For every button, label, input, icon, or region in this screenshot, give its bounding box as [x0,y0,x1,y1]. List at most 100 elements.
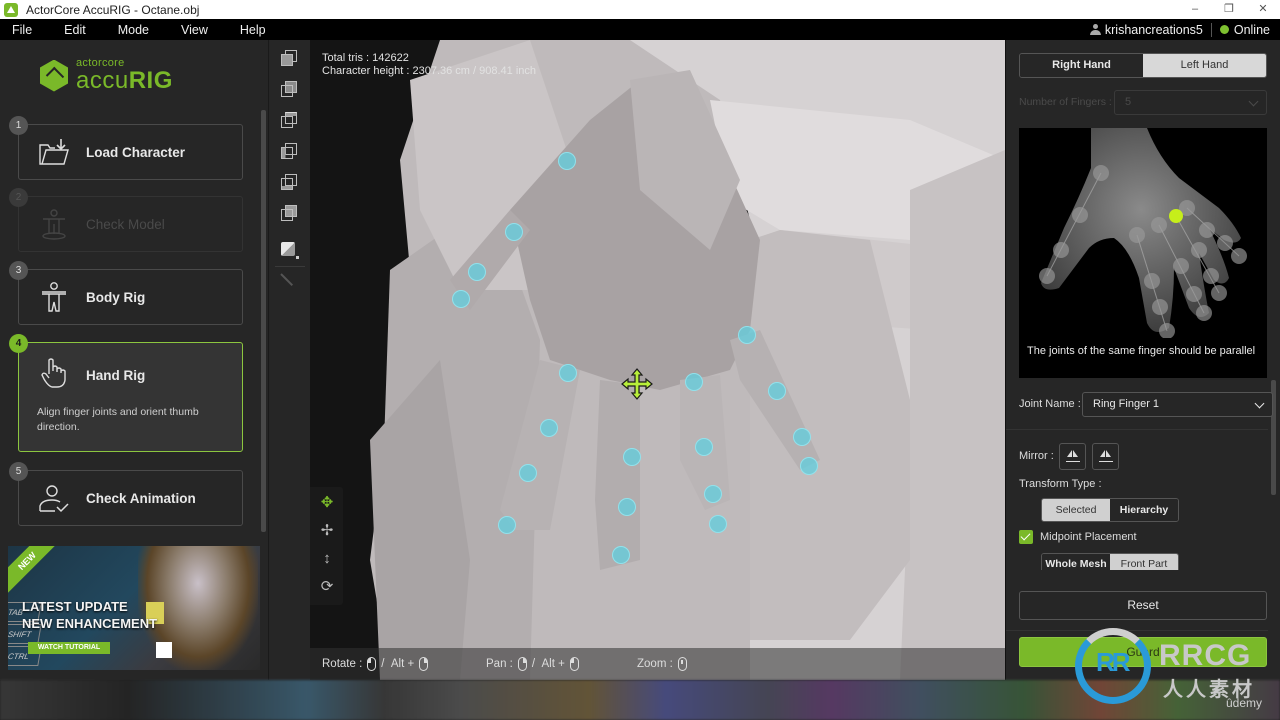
logo-accu: accu [76,67,129,94]
view-mode-4-button[interactable] [281,143,299,161]
step-label: Body Rig [86,290,146,305]
promo-banner[interactable]: NEW TAB SHIFT CTRL LATEST UPDATE NEW ENH… [8,546,260,670]
joint-handle[interactable] [558,152,576,170]
menu-file[interactable]: File [0,23,32,37]
view-mode-3-button[interactable] [281,112,299,130]
pan-tool-icon[interactable]: ✢ [317,521,337,541]
joint-handle[interactable] [695,438,713,456]
view-mode-6-button[interactable] [281,205,299,223]
step-number: 4 [9,334,28,353]
placement-toggle: Whole Mesh Front Part [1041,553,1179,570]
body-rig-icon [42,282,66,312]
front-part-option[interactable]: Front Part [1110,554,1178,570]
title-bar: ActorCore AccuRIG - Octane.obj – ❐ ✕ [0,0,1280,19]
hint-plus: + [407,658,415,670]
menu-mode[interactable]: Mode [106,23,149,37]
joint-handle[interactable] [704,485,722,503]
mirror-to-left-button[interactable] [1059,443,1086,470]
username[interactable]: krishancreations5 [1105,23,1203,37]
window-controls: – ❐ ✕ [1178,0,1280,19]
move-arrows-icon [621,368,653,400]
number-of-fingers-row: Number of Fingers : 5 [1019,90,1267,115]
new-ribbon: NEW [8,546,66,600]
right-hand-option[interactable]: Right Hand [1020,54,1143,77]
transform-selected-option[interactable]: Selected [1042,499,1110,521]
right-mouse-icon [419,657,429,671]
joint-name-row: Joint Name : Ring Finger 1 [1019,392,1273,417]
step-number: 3 [9,261,28,280]
close-button[interactable]: ✕ [1246,0,1280,19]
menu-separator [1210,22,1212,37]
online-status-icon [1219,25,1229,34]
dolly-tool-icon[interactable]: ↕ [317,549,337,569]
joint-handle[interactable] [519,464,537,482]
joint-handle[interactable] [452,290,470,308]
banner-headline: LATEST UPDATE NEW ENHANCEMENT [22,598,157,632]
steps-scrollbar[interactable] [261,110,266,532]
joint-handle[interactable] [559,364,577,382]
orbit-tool-icon[interactable]: ✥ [317,493,337,513]
mirror-to-right-button[interactable] [1092,443,1119,470]
menu-view[interactable]: View [169,23,208,37]
hint-slash: / [531,658,536,670]
joint-handle[interactable] [738,326,756,344]
guide-caption: The joints of the same finger should be … [1027,345,1256,357]
joint-handle[interactable] [800,457,818,475]
joint-handle[interactable] [612,546,630,564]
arrow-right-icon [1099,461,1113,462]
step-hand-rig[interactable]: 4 Hand Rig Align finger joints and orien… [9,334,243,452]
joint-handle[interactable] [468,263,486,281]
midpoint-checkbox[interactable] [1019,530,1033,544]
joint-handle[interactable] [768,382,786,400]
cube-view-icon [281,205,297,221]
step-label: Load Character [86,145,186,160]
joint-name-dropdown[interactable]: Ring Finger 1 [1082,392,1273,417]
fingers-label: Number of Fingers : [1019,96,1112,108]
folder-download-icon [39,139,69,165]
watch-tutorial-button[interactable]: WATCH TUTORIAL [28,642,110,654]
rotate-hint: Rotate : / Alt + [322,657,433,671]
hint-alt: Alt [541,658,555,670]
reset-view-icon[interactable]: ⟳ [317,577,337,597]
step-body-rig[interactable]: 3 Body Rig [9,261,243,325]
joint-handle[interactable] [498,516,516,534]
hint-colon: : [359,658,363,670]
menu-edit[interactable]: Edit [52,23,86,37]
hint-colon: : [509,658,513,670]
step-load-character[interactable]: 1 Load Character [9,116,243,180]
joint-handle[interactable] [793,428,811,446]
menu-help[interactable]: Help [228,23,266,37]
solid-cube-icon[interactable] [281,242,299,259]
midpoint-placement-row[interactable]: Midpoint Placement [1019,530,1137,544]
selected-joint-indicator [1169,209,1183,223]
hand-settings-panel: Right Hand Left Hand Number of Fingers :… [1005,40,1280,680]
view-mode-1-button[interactable] [281,50,299,68]
udemy-watermark: ûdemy [1226,696,1263,710]
joint-handle[interactable] [505,223,523,241]
view-mode-2-button[interactable] [281,81,299,99]
menu-bar: File Edit Mode View Help krishancreation… [0,19,1280,40]
minimize-button[interactable]: – [1178,0,1212,19]
transform-hierarchy-option[interactable]: Hierarchy [1110,499,1178,521]
joint-handle[interactable] [685,373,703,391]
panel-divider [1006,429,1268,430]
joint-handle[interactable] [709,515,727,533]
cube-view-icon [281,143,297,159]
3d-viewport[interactable]: Total tris : 142622 Character height : 2… [310,40,1005,680]
reset-button[interactable]: Reset [1019,591,1267,620]
joint-handle[interactable] [618,498,636,516]
step-check-animation[interactable]: 5 Check Animation [9,462,243,526]
step-description: Align finger joints and orient thumb dir… [37,406,199,433]
watermark-logo: RR [1096,647,1131,677]
joint-handle[interactable] [623,448,641,466]
hint-label: Rotate [322,658,356,670]
left-hand-option[interactable]: Left Hand [1143,54,1266,77]
mirror-left-icon-part [1073,450,1078,457]
maximize-button[interactable]: ❐ [1212,0,1246,19]
view-mode-5-button[interactable] [281,174,299,192]
joint-handle[interactable] [540,419,558,437]
logo-rig: RIG [128,67,173,94]
pan-hint: Pan : / Alt + [486,657,584,671]
whole-mesh-option[interactable]: Whole Mesh [1042,554,1110,570]
right-mouse-icon [517,657,527,671]
